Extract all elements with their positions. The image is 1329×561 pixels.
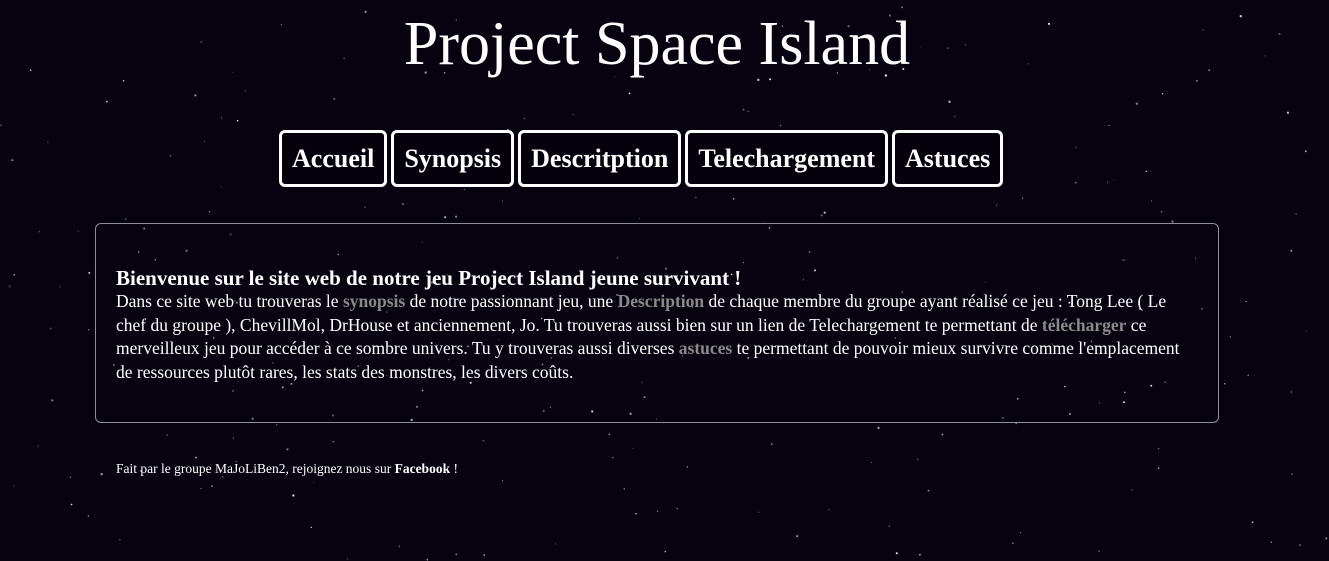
page: Project Space Island Accueil Synopsis De… xyxy=(0,0,1329,561)
main-nav: Accueil Synopsis Descritption Telecharge… xyxy=(279,130,1004,187)
telecharger-link[interactable]: télécharger xyxy=(1042,315,1127,335)
footer-text-end: ! xyxy=(450,461,458,476)
welcome-panel: Bienvenue sur le site web de notre jeu P… xyxy=(95,223,1219,423)
facebook-link[interactable]: Facebook xyxy=(395,461,451,476)
intro-paragraph: Dans ce site web tu trouveras le synopsi… xyxy=(116,290,1198,384)
page-footer: Fait par le groupe MaJoLiBen2, rejoignez… xyxy=(116,460,458,478)
nav-synopsis-button[interactable]: Synopsis xyxy=(391,130,515,187)
nav-telechargement-button[interactable]: Telechargement xyxy=(685,130,889,187)
nav-astuces-button[interactable]: Astuces xyxy=(892,130,1004,187)
astuces-link[interactable]: astuces xyxy=(679,338,732,358)
nav-description-button[interactable]: Descritption xyxy=(518,130,682,187)
nav-accueil-button[interactable]: Accueil xyxy=(279,130,388,187)
description-link[interactable]: Description xyxy=(618,291,705,311)
intro-text-2: de notre passionnant jeu, une xyxy=(405,291,618,311)
welcome-heading: Bienvenue sur le site web de notre jeu P… xyxy=(116,266,742,290)
synopsis-link[interactable]: synopsis xyxy=(343,291,405,311)
footer-text: Fait par le groupe MaJoLiBen2, rejoignez… xyxy=(116,461,395,476)
intro-text-1: Dans ce site web tu trouveras le xyxy=(116,291,343,311)
site-title: Project Space Island xyxy=(403,10,911,78)
